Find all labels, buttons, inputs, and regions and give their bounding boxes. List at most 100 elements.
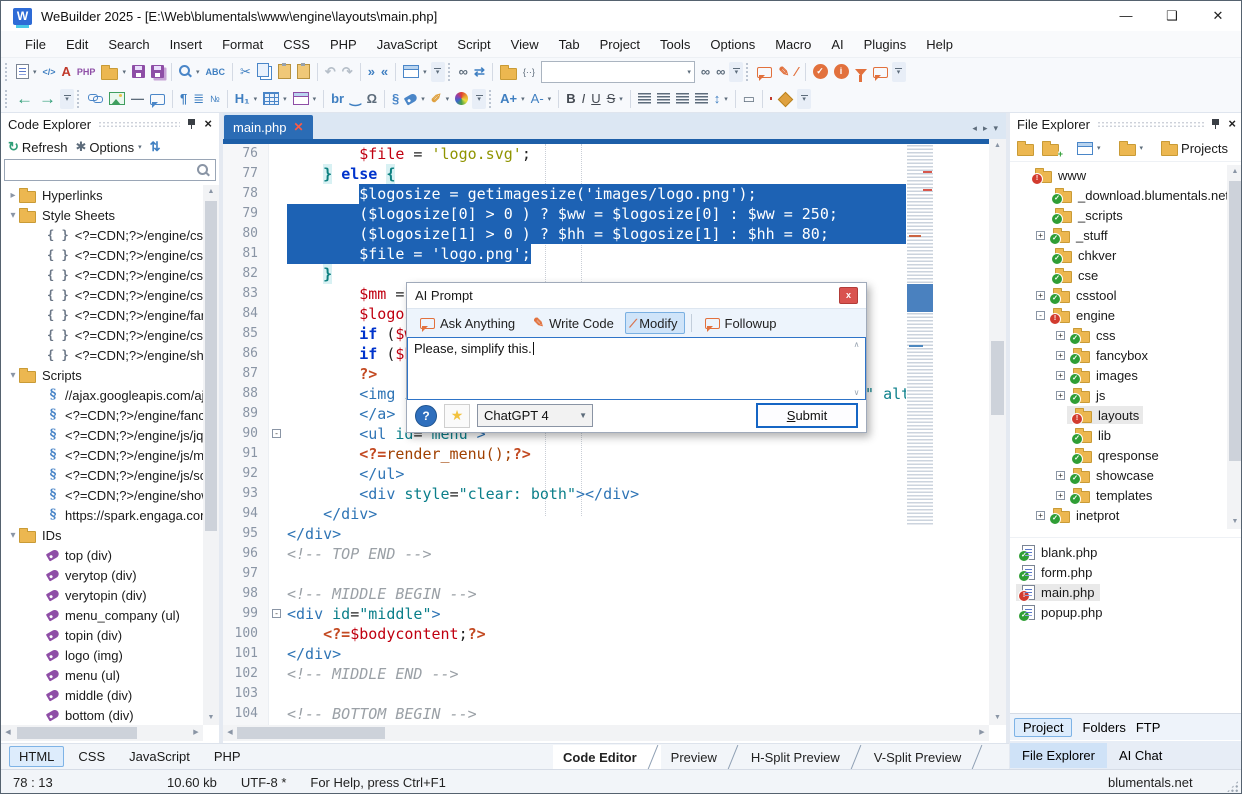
menu-format[interactable]: Format bbox=[212, 37, 273, 52]
scrollbar-thumb[interactable] bbox=[1229, 181, 1241, 461]
fe-folder-images[interactable]: +✓images bbox=[1010, 365, 1227, 385]
insert-image-button[interactable] bbox=[106, 87, 128, 111]
expand-icon[interactable]: + bbox=[1056, 331, 1065, 340]
ai-check-button[interactable]: ✓ bbox=[810, 60, 831, 84]
fe-folder-scripts[interactable]: ✓_scripts bbox=[1010, 205, 1227, 225]
open-file-button[interactable]: ▾ bbox=[98, 60, 129, 84]
fe-folder-chkver[interactable]: ✓chkver bbox=[1010, 245, 1227, 265]
editor-vscrollbar[interactable]: ▲ ▼ bbox=[989, 139, 1006, 725]
underline-button[interactable]: U bbox=[588, 87, 603, 111]
font-color-button[interactable] bbox=[767, 87, 775, 111]
encoding[interactable]: UTF-8 * bbox=[229, 775, 299, 790]
numbered-list-button[interactable]: № bbox=[207, 87, 223, 111]
menu-php[interactable]: PHP bbox=[320, 37, 367, 52]
scroll-down-arrow[interactable]: ▼ bbox=[989, 711, 1006, 725]
expand-icon[interactable]: + bbox=[1056, 471, 1065, 480]
menu-css[interactable]: CSS bbox=[273, 37, 320, 52]
ce-item-cdn-engine-show[interactable]: { }<?=CDN;?>/engine/show bbox=[1, 345, 203, 365]
insert-script-button[interactable]: § bbox=[389, 87, 402, 111]
ai-explain-button[interactable]: i bbox=[831, 60, 852, 84]
help-button[interactable]: ? bbox=[415, 405, 437, 427]
tab-main-php[interactable]: main.php ✕ bbox=[224, 115, 313, 139]
save-button[interactable] bbox=[129, 60, 148, 84]
format-painter-button[interactable]: ✐▾ bbox=[428, 87, 452, 111]
model-select[interactable]: ChatGPT 4▼ bbox=[477, 404, 593, 427]
ce-item-scripts[interactable]: ▾Scripts bbox=[1, 365, 203, 385]
scroll-down-arrow[interactable]: ▼ bbox=[203, 711, 219, 725]
textarea-scrollbar[interactable]: ∧∨ bbox=[850, 340, 863, 397]
fe-folder-js[interactable]: +✓js bbox=[1010, 385, 1227, 405]
ce-item-verytop-div[interactable]: verytop (div) bbox=[1, 565, 203, 585]
find-button[interactable]: ∞ bbox=[456, 60, 471, 84]
italic-button[interactable]: I bbox=[579, 87, 589, 111]
scrollbar-thumb[interactable] bbox=[205, 201, 217, 531]
find-next-button[interactable]: ∞ bbox=[713, 60, 728, 84]
lang-tab-html[interactable]: HTML bbox=[9, 746, 64, 767]
scroll-up-arrow[interactable]: ▲ bbox=[989, 139, 1006, 153]
new-file-button[interactable]: ▾ bbox=[13, 60, 40, 84]
fe-folder-csstool[interactable]: +✓csstool bbox=[1010, 285, 1227, 305]
close-panel-icon[interactable]: × bbox=[1228, 118, 1236, 130]
font-increase-button[interactable]: A+▾ bbox=[497, 87, 528, 111]
combobox-dropdown-arrow[interactable]: ▾ bbox=[687, 68, 691, 76]
tab-project[interactable]: Project bbox=[1014, 718, 1072, 737]
ce-item-cdn-engine-css-s[interactable]: { }<?=CDN;?>/engine/css/_s bbox=[1, 265, 203, 285]
clipboard-history-button[interactable] bbox=[294, 60, 313, 84]
ai-write-code-button[interactable]: ✎ bbox=[775, 60, 792, 84]
projects-button[interactable]: Projects bbox=[1158, 136, 1231, 160]
editor-hscrollbar[interactable]: ◀ ▶ bbox=[223, 725, 989, 741]
code-templates-button[interactable]: {··} bbox=[520, 60, 538, 84]
code-explorer-hscrollbar[interactable]: ◀ ▶ bbox=[1, 725, 203, 741]
save-all-button[interactable] bbox=[148, 60, 167, 84]
replace-button[interactable]: ⇄ bbox=[471, 60, 488, 84]
ce-item-cdn-engine-css-to[interactable]: { }<?=CDN;?>/engine/css/to bbox=[1, 285, 203, 305]
minimap[interactable] bbox=[907, 145, 933, 525]
code-explorer-vscrollbar[interactable]: ▲ ▼ bbox=[203, 185, 219, 725]
view-tab-preview[interactable]: Preview bbox=[661, 745, 741, 770]
insert-entity-button[interactable]: Ω bbox=[364, 87, 380, 111]
maximize-button[interactable]: ❑ bbox=[1149, 1, 1195, 31]
menu-javascript[interactable]: JavaScript bbox=[367, 37, 448, 52]
view-style-button[interactable]: ▾ bbox=[1074, 136, 1104, 160]
ce-item-cdn-engine-fancy[interactable]: { }<?=CDN;?>/engine/fancy bbox=[1, 305, 203, 325]
toolbar-overflow-button[interactable]: ▾ bbox=[431, 62, 445, 82]
menu-file[interactable]: File bbox=[15, 37, 56, 52]
ai-filter-button[interactable] bbox=[852, 60, 870, 84]
fe-folder-stuff[interactable]: +✓_stuff bbox=[1010, 225, 1227, 245]
menu-ai[interactable]: AI bbox=[821, 37, 853, 52]
font-decrease-button[interactable]: A-▾ bbox=[528, 87, 555, 111]
expand-icon[interactable]: + bbox=[1036, 231, 1045, 240]
fe-file-form-php[interactable]: ✓form.php bbox=[1010, 562, 1242, 582]
ce-item-cdn-engine-js-ma[interactable]: §<?=CDN;?>/engine/js/ma bbox=[1, 445, 203, 465]
ce-item-top-div[interactable]: top (div) bbox=[1, 545, 203, 565]
ce-item-bottom-div[interactable]: bottom (div) bbox=[1, 705, 203, 725]
ai-prompt-input[interactable]: Please, simplify this. ∧∨ bbox=[407, 337, 866, 400]
close-button[interactable]: ✕ bbox=[1195, 1, 1241, 31]
resize-grip[interactable] bbox=[1226, 780, 1239, 793]
refresh-button[interactable]: ↻Refresh bbox=[5, 135, 70, 159]
ce-item-middle-div[interactable]: middle (div) bbox=[1, 685, 203, 705]
toolbar-overflow-button[interactable]: ▾ bbox=[60, 89, 74, 109]
tab-list-button[interactable]: ▾ bbox=[993, 123, 998, 134]
tab-scroll-left-button[interactable]: ◂ bbox=[972, 123, 977, 134]
copy-button[interactable] bbox=[254, 60, 275, 84]
ce-item-topin-div[interactable]: topin (div) bbox=[1, 625, 203, 645]
scroll-up-arrow[interactable]: ∧ bbox=[854, 340, 860, 349]
fe-file-main-php[interactable]: !main.php bbox=[1010, 582, 1242, 602]
text-block-button[interactable]: ▭ bbox=[740, 87, 758, 111]
ce-item-cdn-engine-css-la[interactable]: { }<?=CDN;?>/engine/css/la bbox=[1, 225, 203, 245]
favorite-prompts-button[interactable]: ★ bbox=[444, 404, 470, 428]
ce-item-https-spark-engaga-com[interactable]: §https://spark.engaga.com, bbox=[1, 505, 203, 525]
undo-button[interactable]: ↶ bbox=[322, 60, 339, 84]
line-spacing-button[interactable]: ↕▾ bbox=[711, 87, 731, 111]
align-right-button[interactable] bbox=[673, 87, 692, 111]
ce-item-cdn-engine-js-jqu[interactable]: §<?=CDN;?>/engine/js/jqu bbox=[1, 425, 203, 445]
nav-forward-button[interactable]: → bbox=[36, 87, 59, 111]
search-menu-button[interactable]: ▾ bbox=[176, 60, 203, 84]
fe-folder-engine[interactable]: -!engine bbox=[1010, 305, 1227, 325]
menu-options[interactable]: Options bbox=[700, 37, 765, 52]
bold-button[interactable]: B bbox=[563, 87, 578, 111]
scrollbar-thumb[interactable] bbox=[17, 727, 137, 739]
menu-project[interactable]: Project bbox=[590, 37, 650, 52]
new-php-file-button[interactable]: PHP bbox=[74, 60, 99, 84]
